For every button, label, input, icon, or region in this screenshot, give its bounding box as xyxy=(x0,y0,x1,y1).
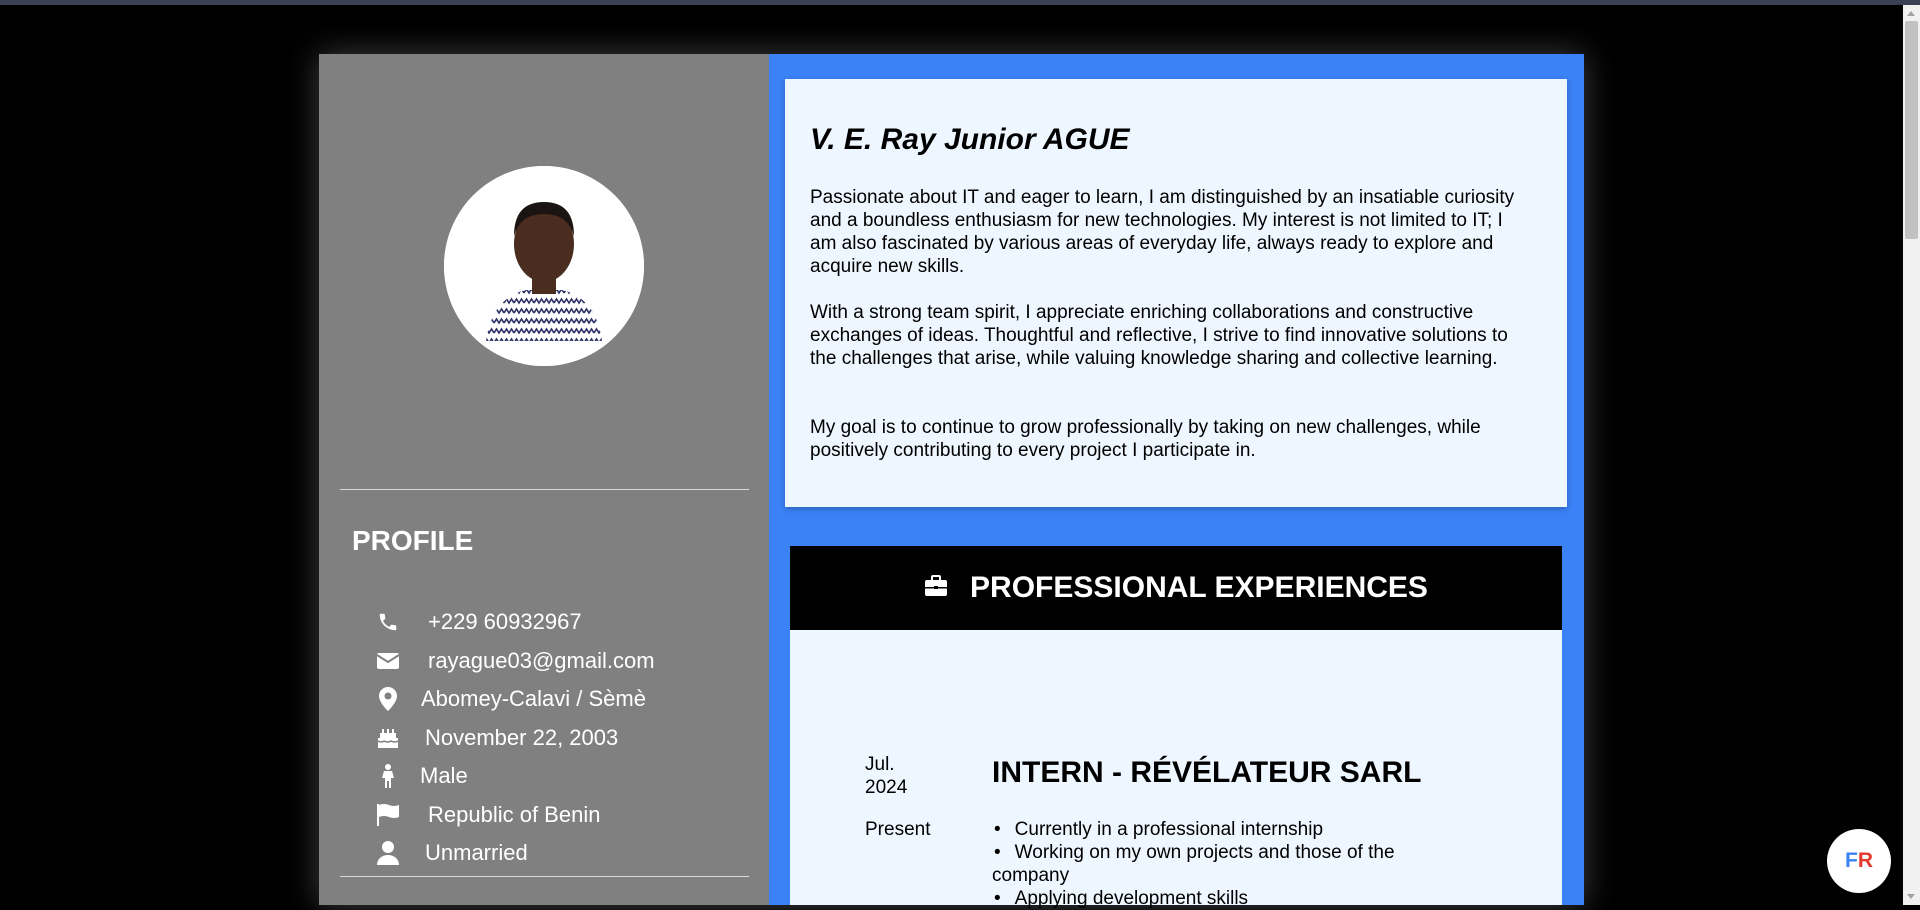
experience-title: INTERN - RÉVÉLATEUR SARL xyxy=(992,756,1422,789)
experience-start-date: Jul. 2024 xyxy=(865,754,908,798)
profile-item-location: Abomey-Calavi / Sèmè xyxy=(374,684,646,714)
about-paragraph: My goal is to continue to grow professio… xyxy=(810,417,1481,461)
about-card: V. E. Ray Junior AGUE Passionate about I… xyxy=(785,79,1567,507)
profile-item-gender: Male xyxy=(374,761,468,791)
list-item: Working on my own projects and those of … xyxy=(992,841,1432,887)
language-toggle-first-letter: F xyxy=(1845,849,1858,872)
flag-icon xyxy=(374,802,402,828)
experience-bullets: Currently in a professional internship W… xyxy=(992,818,1432,910)
profile-item-text: Abomey-Calavi / Sèmè xyxy=(421,686,646,711)
profile-item-phone: +229 60932967 xyxy=(374,607,582,637)
scroll-up-icon[interactable] xyxy=(1907,11,1915,16)
profile-item-text: Unmarried xyxy=(425,840,528,865)
language-toggle-second-letter: R xyxy=(1857,849,1873,872)
scrollbar-thumb[interactable] xyxy=(1905,21,1918,239)
person-icon xyxy=(374,763,402,789)
experience-end-date: Present xyxy=(865,819,931,840)
full-name: V. E. Ray Junior AGUE xyxy=(810,123,1130,156)
cv-container: PROFILE +229 60932967 rayague03@gmail.co… xyxy=(319,54,1584,909)
experiences-header: PROFESSIONAL EXPERIENCES xyxy=(790,546,1562,630)
sidebar-divider-top xyxy=(340,489,749,490)
list-item: Currently in a professional internship xyxy=(992,818,1432,841)
profile-item-nationality: Republic of Benin xyxy=(374,800,600,830)
list-item: Applying development skills xyxy=(992,887,1432,910)
profile-item-birthday: November 22, 2003 xyxy=(374,723,618,753)
profile-item-email: rayague03@gmail.com xyxy=(374,646,655,676)
browser-top-bar xyxy=(0,0,1920,5)
profile-photo xyxy=(444,166,644,366)
envelope-icon xyxy=(374,648,402,674)
profile-item-text: Republic of Benin xyxy=(428,802,601,827)
profile-item-text: November 22, 2003 xyxy=(425,725,619,750)
about-paragraph: Passionate about IT and eager to learn, … xyxy=(810,187,1515,277)
left-sidebar: PROFILE +229 60932967 rayague03@gmail.co… xyxy=(319,54,769,905)
profile-item-marital-status: Unmarried xyxy=(374,838,528,868)
main-content: V. E. Ray Junior AGUE Passionate about I… xyxy=(769,54,1584,909)
user-icon xyxy=(374,840,402,866)
birthday-cake-icon xyxy=(374,725,402,751)
page-scrollbar[interactable] xyxy=(1903,5,1920,905)
sidebar-divider-bottom xyxy=(340,876,749,877)
about-paragraph: With a strong team spirit, I appreciate … xyxy=(810,302,1508,369)
profile-item-text: Male xyxy=(420,763,468,788)
scroll-down-icon[interactable] xyxy=(1907,894,1915,899)
experiences-section: Jul. 2024 Present INTERN - RÉVÉLATEUR SA… xyxy=(790,630,1562,909)
phone-icon xyxy=(374,609,402,635)
briefcase-icon xyxy=(924,574,948,602)
avatar xyxy=(444,166,644,366)
experiences-heading: PROFESSIONAL EXPERIENCES xyxy=(970,571,1428,604)
map-pin-icon xyxy=(374,686,402,712)
profile-item-text: +229 60932967 xyxy=(428,609,582,634)
profile-item-text: rayague03@gmail.com xyxy=(428,648,655,673)
language-toggle-button[interactable]: FR xyxy=(1827,829,1891,893)
profile-heading: PROFILE xyxy=(352,525,474,556)
